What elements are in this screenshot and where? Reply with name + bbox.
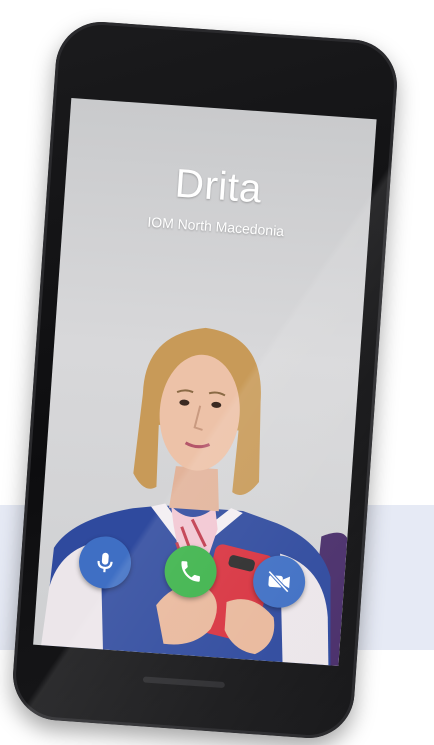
phone-icon [181,561,200,582]
stage: Drita IOM North Macedonia [0,0,434,745]
microphone-icon [97,552,113,573]
caller-photo [41,327,348,667]
video-camera-off-icon [268,570,290,593]
incoming-call-screen: Drita IOM North Macedonia [33,97,377,667]
home-indicator [142,676,225,689]
phone-device: Drita IOM North Macedonia [10,18,400,742]
